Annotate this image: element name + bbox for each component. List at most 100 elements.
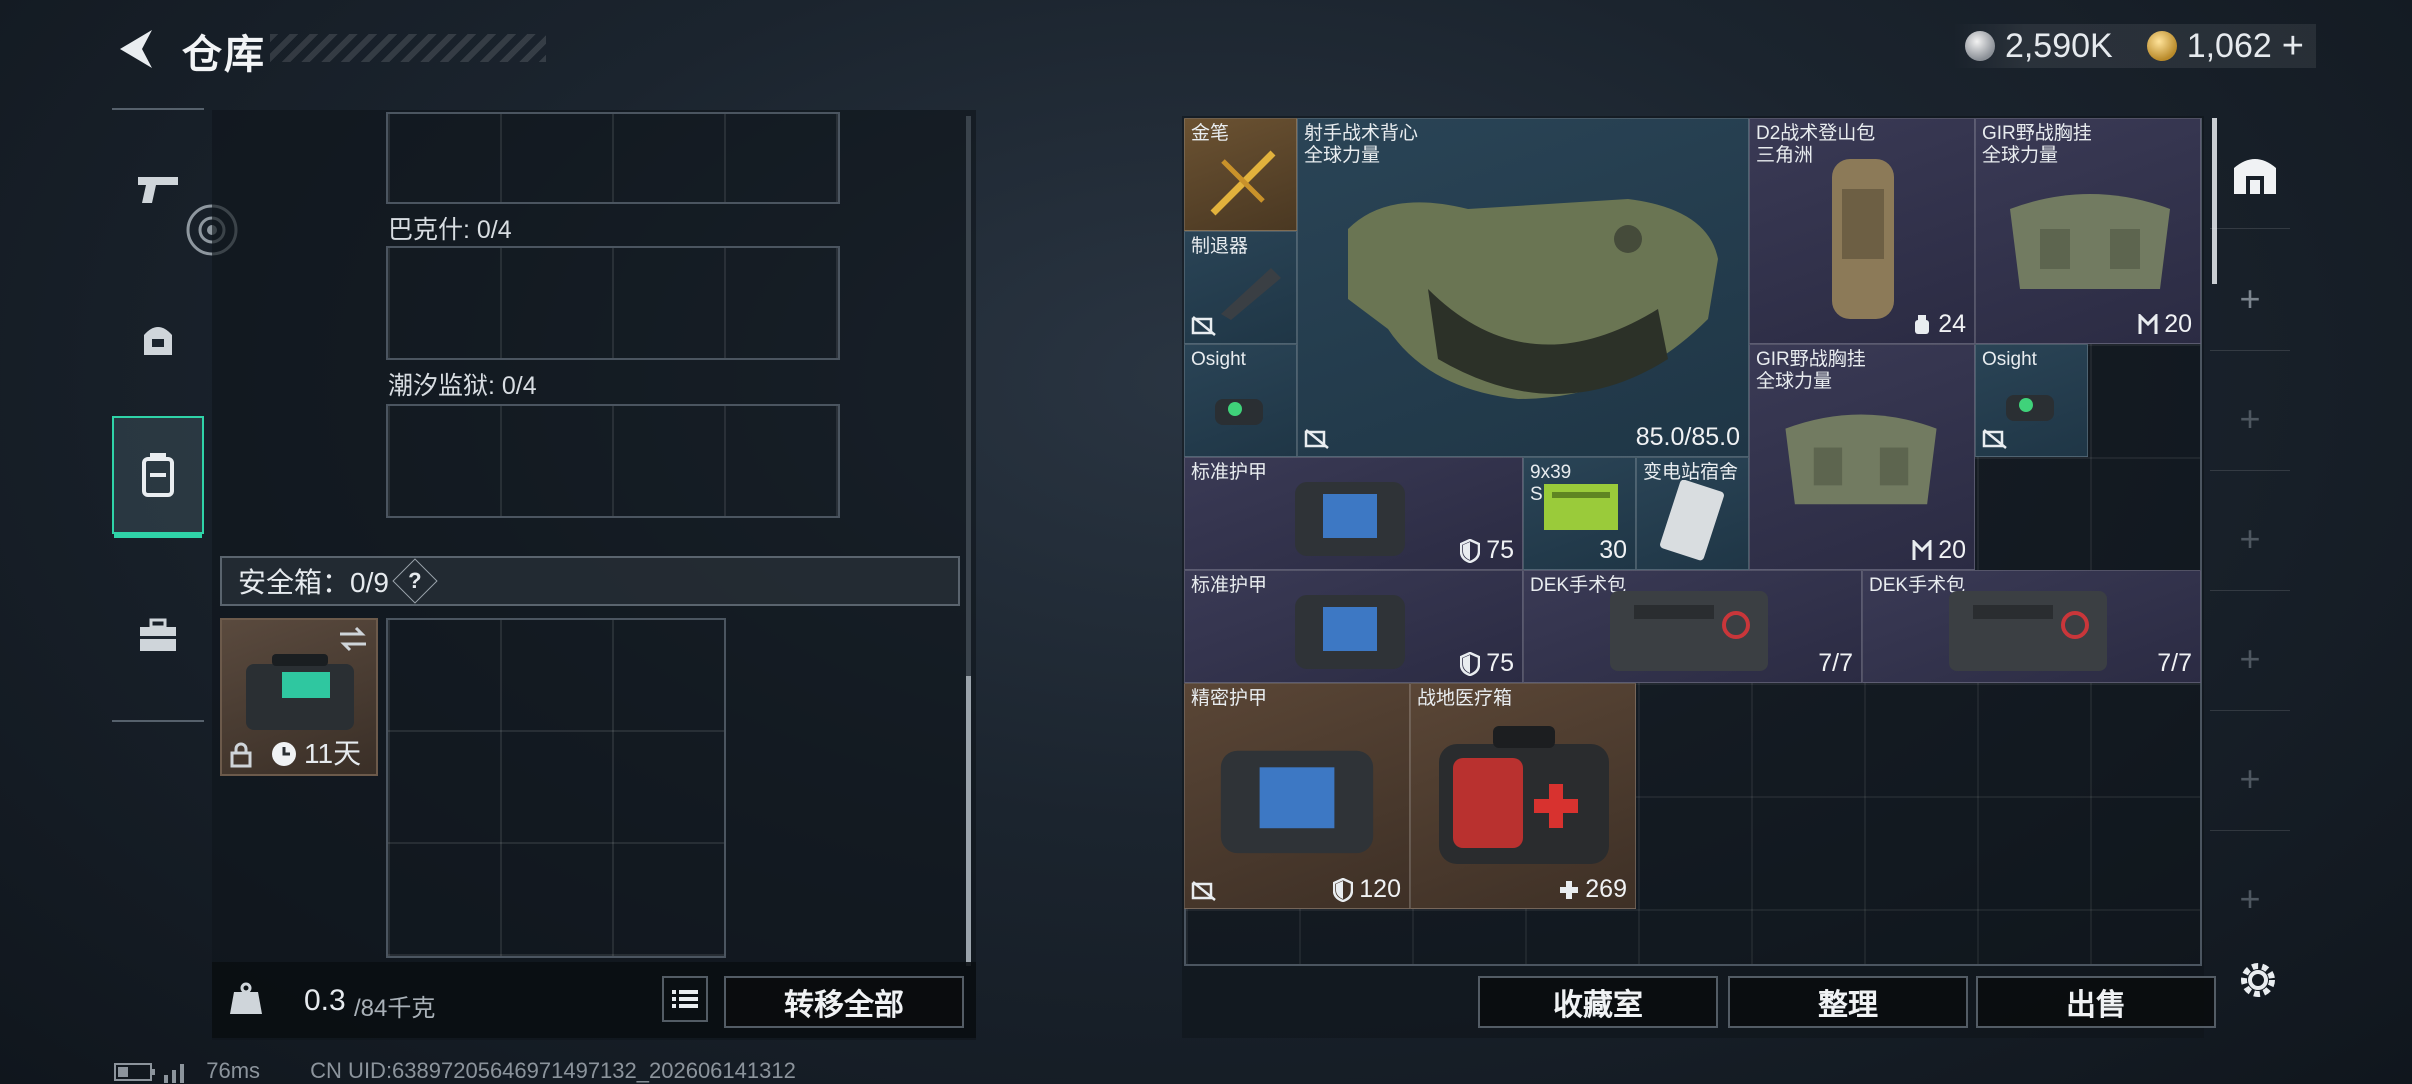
no-bind-icon [1304, 429, 1329, 449]
settings-button[interactable] [2236, 958, 2280, 1007]
safe-case-image [246, 654, 354, 730]
container-grid-bakshi[interactable] [386, 246, 840, 360]
gold-coin-icon [2146, 31, 2177, 61]
transfer-all-button[interactable]: 转移全部 [724, 976, 964, 1028]
rig-capacity-icon [1912, 539, 1932, 560]
safe-case-slot[interactable]: 11天 [220, 618, 378, 776]
item-substation-dorm-key[interactable]: 变电站宿舍 [1636, 457, 1749, 570]
gold-amount: 1,062 [2186, 26, 2272, 65]
armor-value: 75 [1486, 649, 1514, 677]
item-gir-chest-rig-1[interactable]: GIR野战胸挂 全球力量 20 [1975, 118, 2201, 344]
rail-item-toolbox[interactable] [112, 576, 204, 694]
uid: CN UID:6389720564697149713​2_20260614131… [310, 1058, 796, 1083]
sight-image [1215, 399, 1263, 425]
container-grid-tidal-prison[interactable] [386, 404, 840, 518]
item-gold-pen[interactable]: 金笔 [1184, 118, 1297, 231]
plus-icon[interactable]: + [2210, 278, 2290, 320]
shield-icon [1460, 651, 1481, 676]
silver-coin-icon [1964, 31, 1995, 61]
item-osight-2[interactable]: Osight [1975, 344, 2088, 457]
ammo-box-image [1544, 484, 1618, 530]
item-field-medical-kit[interactable]: 战地医疗箱 269 [1410, 683, 1636, 909]
item-standard-armor-1[interactable]: 标准护甲 75 [1184, 457, 1523, 570]
chest-rig-image [1785, 414, 1937, 505]
grid-label-bakshi: 巴克什: 0/4 [388, 216, 512, 244]
item-gir-chest-rig-2[interactable]: GIR野战胸挂 全球力量 20 [1749, 344, 1975, 570]
collection-room-button[interactable]: 收藏室 [1478, 976, 1718, 1028]
item-capacity: 20 [2164, 310, 2192, 338]
container-grid-top[interactable] [386, 112, 840, 204]
sell-button[interactable]: 出售 [1976, 976, 2216, 1028]
item-capacity: 24 [1938, 310, 1966, 338]
keycard-image [1660, 480, 1724, 561]
rail-item-equipment[interactable] [112, 280, 204, 398]
weight-max: /84千克 [354, 995, 436, 1022]
back-arrow-icon [120, 30, 152, 68]
toolbox-icon [140, 618, 176, 651]
rig-capacity-icon [2138, 313, 2158, 334]
plus-icon[interactable]: + [2210, 638, 2290, 680]
item-precision-armor[interactable]: 精密护甲 120 [1184, 683, 1410, 909]
helmet-icon [144, 327, 172, 355]
armor-value: 75 [1486, 536, 1514, 564]
storage-tab-main[interactable] [2230, 148, 2280, 198]
item-muzzle-brake[interactable]: 制退器 [1184, 231, 1297, 344]
ping: 76ms [206, 1058, 261, 1083]
plus-icon[interactable]: + [2210, 878, 2290, 920]
plus-icon[interactable]: + [2210, 758, 2290, 800]
plus-icon[interactable]: + [2210, 398, 2290, 440]
safe-box-grid[interactable] [386, 618, 726, 958]
lock-icon [230, 742, 252, 768]
item-marksman-vest[interactable]: 射手战术背心 全球力量 85.0/85.0 [1297, 118, 1749, 457]
item-standard-armor-2[interactable]: 标准护甲 75 [1184, 570, 1523, 683]
surgical-kit-image [1610, 591, 1768, 671]
gold-pen-image [1210, 150, 1276, 216]
no-bind-icon [1191, 881, 1216, 901]
list-view-button[interactable] [662, 976, 708, 1022]
shield-icon [1333, 877, 1354, 902]
weight-current: 0.3 [304, 984, 346, 1017]
silver-amount: 2,590K [2004, 26, 2113, 65]
settings-icon [2241, 963, 2275, 997]
swap-icon [340, 626, 366, 652]
organize-button[interactable]: 整理 [1728, 976, 1968, 1028]
tactical-vest-image [1348, 199, 1718, 399]
uses-count: 7/7 [2157, 649, 2192, 677]
armor-image [1295, 595, 1405, 669]
item-dek-surgical-kit-1[interactable]: DEK手术包 7/7 [1523, 570, 1862, 683]
signal-icon [164, 1064, 185, 1084]
surgical-kit-image [1949, 591, 2107, 671]
item-d2-backpack[interactable]: D2战术登山包 三角洲 24 [1749, 118, 1975, 344]
item-dek-surgical-kit-2[interactable]: DEK手术包 7/7 [1862, 570, 2201, 683]
title-decoration [270, 34, 546, 62]
rail-item-backpack[interactable] [112, 416, 204, 538]
backpack-image [1832, 159, 1894, 319]
uses-count: 7/7 [1818, 649, 1853, 677]
help-icon[interactable]: ? [392, 558, 438, 604]
safe-box-label: 安全箱：0/9 [238, 567, 389, 598]
medical-kit-image [1439, 726, 1609, 864]
pistol-icon [138, 177, 178, 203]
item-9x39-ammo[interactable]: 9x39 SP5 30 [1523, 457, 1636, 570]
item-capacity: 20 [1938, 536, 1966, 564]
sight-image [2006, 395, 2054, 421]
armor-image [1220, 750, 1374, 854]
ammo-count: 30 [1599, 536, 1627, 564]
category-rail [112, 108, 238, 722]
plus-icon[interactable]: + [2210, 518, 2290, 560]
rail-item-weapons[interactable] [112, 130, 238, 256]
heal-value: 269 [1585, 875, 1627, 903]
currency-bar: 2,590K 1,062 + [1952, 24, 2316, 68]
back-button[interactable] [112, 24, 162, 74]
stash-scrollbar-thumb[interactable] [966, 676, 971, 966]
clock-icon [272, 742, 296, 766]
add-currency-button[interactable]: + [2282, 25, 2304, 68]
capacity-icon [1915, 314, 1930, 334]
storage-tab-rail: + + + + + + [2210, 118, 2290, 920]
shield-icon [1460, 538, 1481, 563]
item-osight-1[interactable]: Osight [1184, 344, 1297, 457]
no-bind-icon [1191, 316, 1216, 336]
item-durability: 85.0/85.0 [1635, 423, 1740, 451]
muzzle-brake-image [1221, 268, 1281, 320]
grid-label-tidal-prison: 潮汐监狱: 0/4 [388, 372, 537, 400]
